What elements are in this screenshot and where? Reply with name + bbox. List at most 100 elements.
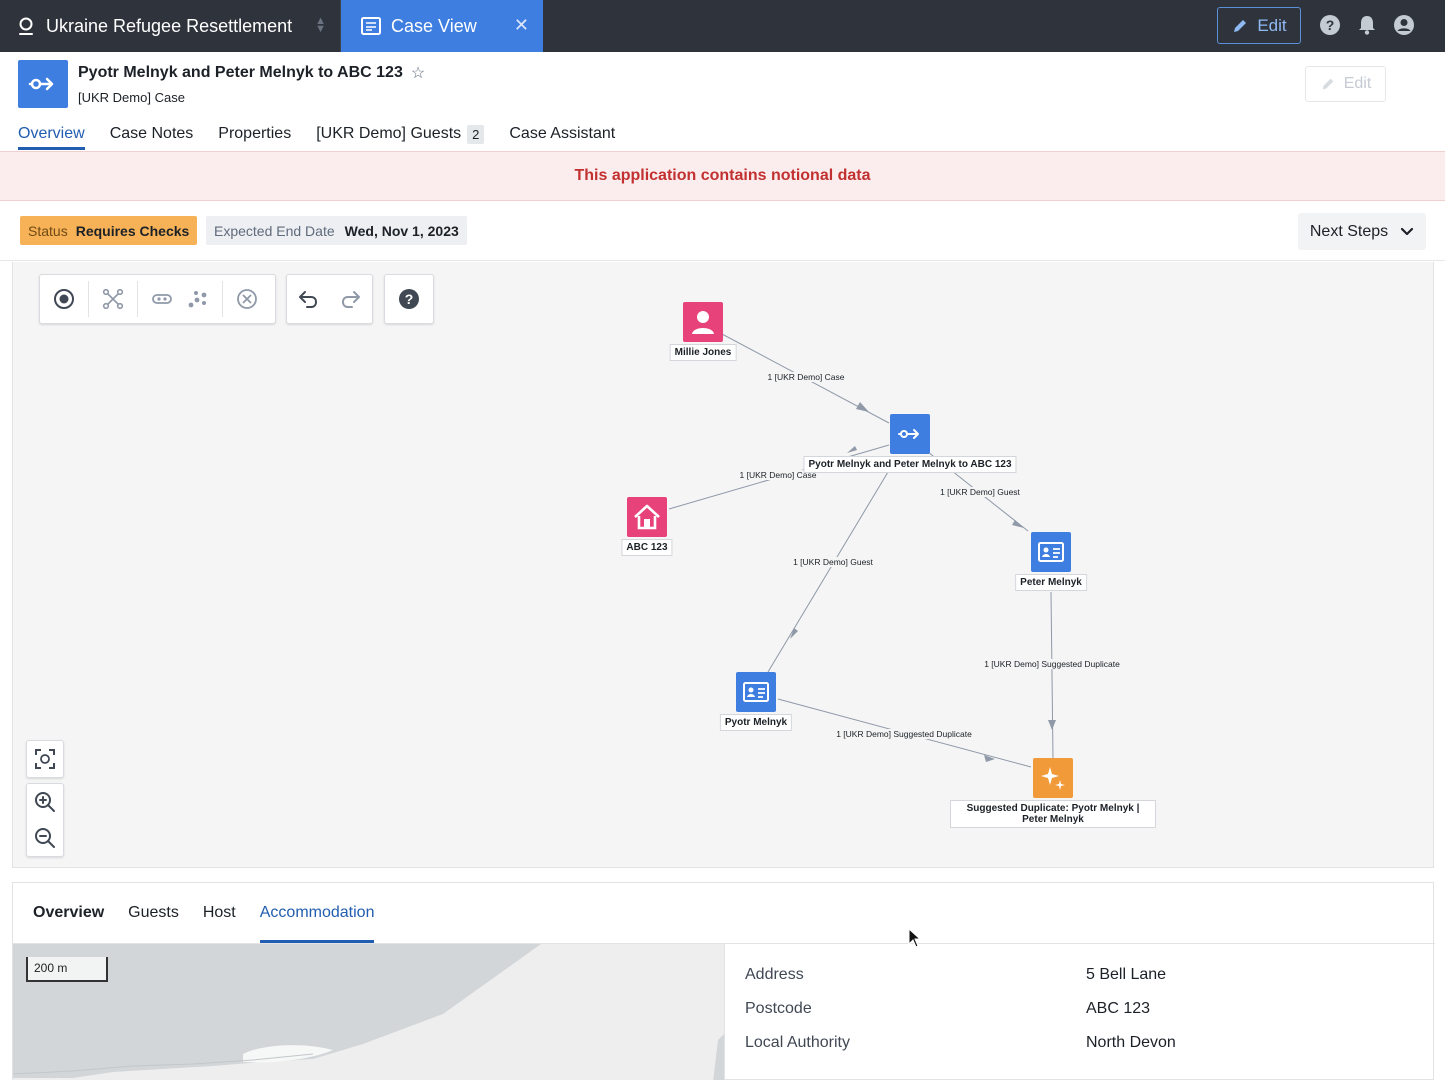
app-title: Ukraine Refugee Resettlement [46, 15, 293, 36]
property-row: Local Authority North Devon [745, 1034, 1176, 1052]
help-icon[interactable]: ? [1319, 14, 1341, 36]
status-badge: Status Requires Checks [20, 216, 198, 245]
status-row: Status Requires Checks Expected End Date… [0, 201, 1445, 261]
node-pyotr-melnyk[interactable] [736, 672, 776, 712]
tab-guests[interactable]: [UKR Demo] Guests 2 [316, 118, 485, 150]
case-title: Pyotr Melnyk and Peter Melnyk to ABC 123 [78, 64, 403, 81]
arrow-right-icon [28, 77, 54, 91]
status-key: Status [28, 222, 68, 239]
map-tiles [13, 944, 724, 1080]
property-key: Address [745, 966, 804, 983]
star-icon[interactable]: ☆ [411, 63, 425, 83]
edge-arrow [856, 402, 869, 412]
accommodation-map[interactable]: 200 m [13, 943, 724, 1080]
notional-data-banner: This application contains notional data [0, 151, 1445, 201]
edge-arrow [1048, 720, 1056, 730]
end-date-badge: Expected End Date Wed, Nov 1, 2023 [206, 216, 467, 245]
tab-overview[interactable]: Overview [18, 118, 85, 150]
arrow-right-icon [898, 429, 919, 439]
property-value: ABC 123 [1086, 1000, 1151, 1017]
tab-label: Properties [218, 125, 292, 142]
banner-text: This application contains notional data [574, 167, 871, 184]
header-edit-button[interactable]: Edit [1305, 66, 1386, 102]
edge-arrow [1012, 520, 1024, 528]
node-label[interactable]: Suggested Duplicate: Pyotr Melnyk | Pete… [950, 800, 1156, 828]
top-edit-label: Edit [1257, 15, 1287, 35]
close-icon[interactable]: ✕ [514, 15, 529, 36]
case-view-label: Case View [391, 15, 477, 36]
top-bar: Ukraine Refugee Resettlement ▲ ▼ Case Vie… [0, 0, 1445, 52]
cursor-icon [908, 928, 922, 948]
details-tabs: Overview Guests Host Accommodation [33, 883, 374, 943]
tab-label: Accommodation [259, 904, 375, 921]
tab-label: Overview [18, 125, 85, 142]
map-scale: 200 m [26, 957, 108, 982]
edge-label: 1 [UKR Demo] Case [766, 372, 846, 382]
edge-label: 1 [UKR Demo] Suggested Duplicate [983, 659, 1121, 669]
object-type: [UKR Demo] Case [78, 90, 185, 105]
next-steps-label: Next Steps [1309, 222, 1389, 240]
node-label[interactable]: Peter Melnyk [1015, 574, 1087, 591]
details-tab-host[interactable]: Host [203, 883, 236, 943]
case-object-icon [18, 60, 68, 108]
node-suggested-duplicate[interactable] [1033, 758, 1073, 798]
property-row: Address 5 Bell Lane [745, 966, 1166, 984]
edge-arrow [847, 446, 857, 453]
edge-case-pyotr[interactable] [767, 471, 889, 673]
node-label[interactable]: Millie Jones [669, 344, 737, 361]
edge-peter-dup[interactable] [1050, 591, 1054, 759]
tab-label: Guests [128, 904, 179, 921]
pencil-icon [1234, 19, 1247, 32]
property-value: North Devon [1086, 1034, 1176, 1051]
property-row: Postcode ABC 123 [745, 1000, 1150, 1018]
tab-label: Overview [33, 904, 105, 921]
pencil-icon [1322, 78, 1334, 90]
sort-icon[interactable]: ▲ ▼ [315, 16, 326, 35]
user-icon[interactable] [1393, 14, 1415, 36]
node-label[interactable]: Pyotr Melnyk [719, 714, 793, 731]
tab-label: Case Notes [109, 125, 194, 142]
node-label[interactable]: Pyotr Melnyk and Peter Melnyk to ABC 123 [803, 456, 1017, 473]
tab-case-assistant[interactable]: Case Assistant [509, 118, 615, 150]
app-tab[interactable]: Ukraine Refugee Resettlement ▲ ▼ [0, 0, 341, 52]
end-date-key: Expected End Date [214, 222, 335, 239]
property-key: Postcode [745, 1000, 812, 1017]
location-icon [19, 17, 33, 35]
details-panel: Overview Guests Host Accommodation 200 m… [12, 882, 1435, 1080]
top-edit-button[interactable]: Edit [1217, 7, 1301, 44]
edge-label: 1 [UKR Demo] Guest [939, 487, 1021, 497]
details-tab-overview[interactable]: Overview [33, 883, 104, 943]
node-peter-melnyk[interactable] [1031, 532, 1071, 572]
node-millie-jones[interactable] [683, 302, 723, 342]
details-tab-guests[interactable]: Guests [128, 883, 179, 943]
accommodation-properties: Address 5 Bell Lane Postcode ABC 123 Loc… [724, 943, 1435, 1080]
object-tabs: Overview Case Notes Properties [UKR Demo… [18, 118, 615, 152]
end-date-value: Wed, Nov 1, 2023 [344, 222, 459, 239]
details-tab-accommodation[interactable]: Accommodation [259, 883, 375, 943]
status-value: Requires Checks [75, 222, 190, 239]
id-card-icon [743, 682, 769, 702]
sparkle-icon [1041, 767, 1065, 790]
chevron-down-icon [1401, 227, 1414, 235]
header-edit-label: Edit [1343, 75, 1372, 92]
node-label[interactable]: ABC 123 [621, 539, 673, 556]
edge-label: 1 [UKR Demo] Guest [792, 557, 874, 567]
bell-icon[interactable] [1356, 14, 1378, 36]
person-icon [692, 311, 714, 334]
next-steps-button[interactable]: Next Steps [1298, 213, 1426, 250]
case-view-tab[interactable]: Case View ✕ [341, 0, 543, 52]
guests-count-badge: 2 [467, 124, 485, 144]
id-card-icon [1038, 542, 1064, 562]
node-abc-123[interactable] [627, 497, 667, 537]
tab-label: [UKR Demo] Guests [316, 125, 462, 142]
svg-text:?: ? [1326, 17, 1335, 33]
document-icon [361, 17, 381, 35]
tab-label: Case Assistant [509, 125, 616, 142]
tab-case-notes[interactable]: Case Notes [110, 118, 194, 150]
graph-canvas[interactable]: ? 1 [UKR Demo] Case 1 [UKR Demo] Case 1 … [12, 262, 1434, 868]
tab-properties[interactable]: Properties [218, 118, 291, 150]
property-key: Local Authority [745, 1034, 850, 1051]
node-case[interactable] [890, 414, 930, 454]
house-icon [634, 504, 660, 530]
page-title: Pyotr Melnyk and Peter Melnyk to ABC 123… [78, 63, 425, 83]
